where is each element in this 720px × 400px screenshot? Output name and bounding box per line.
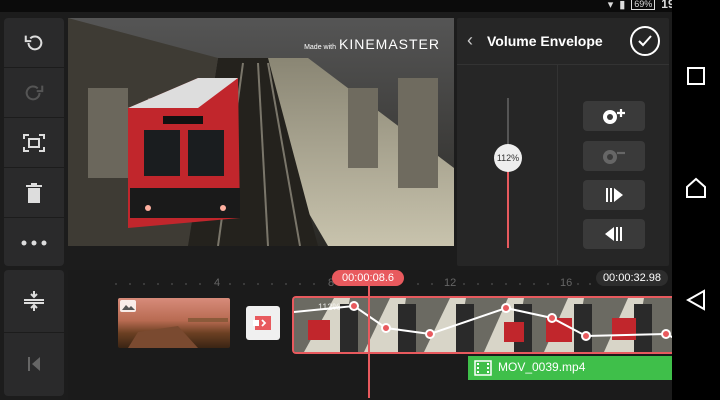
delete-icon	[26, 182, 42, 203]
playhead[interactable]	[368, 286, 370, 398]
back-chevron-icon[interactable]: ‹	[467, 30, 473, 51]
skip-start-icon	[28, 357, 40, 371]
more-icon	[21, 240, 47, 245]
signal-icon: ▮	[619, 0, 626, 11]
timeline-expand-button[interactable]	[4, 270, 64, 333]
total-time-label: 00:00:32.98	[596, 270, 668, 286]
more-button[interactable]	[4, 218, 64, 267]
timeline[interactable]: 4 8 12 16 00:00:08.6 00:00:32.98 112% MO…	[68, 270, 674, 400]
delete-button[interactable]	[4, 168, 64, 218]
volume-slider-knob[interactable]: 112%	[494, 144, 522, 172]
back-button[interactable]	[684, 288, 708, 312]
video-clip-filmstrip	[294, 298, 674, 352]
previous-keyframe-icon	[605, 227, 622, 241]
back-icon	[686, 289, 705, 311]
kinemaster-app: Made with KINEMASTER ‹ Volume Envelope 11…	[0, 12, 674, 400]
panel-divider	[557, 65, 558, 265]
ruler-label: 16	[560, 277, 573, 289]
home-button[interactable]	[684, 176, 708, 200]
transition-icon	[253, 316, 271, 330]
edit-toolbar	[4, 18, 64, 266]
video-clip[interactable]: 112%	[292, 296, 674, 354]
panel-header: ‹ Volume Envelope	[457, 18, 669, 65]
panel-title: Volume Envelope	[487, 33, 603, 49]
ruler-label: 4	[214, 277, 221, 289]
recents-button[interactable]	[684, 64, 708, 88]
wifi-icon: ▾	[607, 0, 614, 11]
remove-keyframe-button[interactable]	[583, 141, 645, 171]
previous-keyframe-button[interactable]	[583, 219, 645, 249]
preview-frame	[68, 18, 454, 246]
clip-volume-label: 112%	[318, 302, 341, 312]
skip-to-start-button[interactable]	[4, 333, 64, 395]
home-icon	[686, 177, 706, 198]
undo-button[interactable]	[4, 18, 64, 68]
add-keyframe-icon	[603, 109, 625, 124]
add-keyframe-button[interactable]	[583, 101, 645, 131]
android-navigation-bar	[672, 0, 720, 400]
image-clip-thumbnail	[120, 300, 228, 348]
battery-icon: 69%	[631, 0, 656, 10]
redo-button[interactable]	[4, 68, 64, 118]
recents-icon	[687, 67, 705, 85]
undo-icon	[24, 35, 43, 50]
split-icon	[24, 291, 44, 311]
current-time-label: 00:00:08.6	[332, 270, 404, 286]
next-keyframe-button[interactable]	[583, 180, 645, 210]
timeline-toolbar	[4, 270, 64, 396]
film-icon	[474, 360, 492, 376]
crop-icon	[23, 133, 45, 152]
image-clip[interactable]	[118, 298, 230, 348]
transition-button[interactable]	[246, 306, 280, 340]
next-keyframe-icon	[606, 188, 623, 202]
remove-keyframe-icon	[603, 150, 625, 164]
ruler-label: 12	[444, 277, 457, 289]
redo-icon	[25, 85, 44, 100]
video-preview[interactable]: Made with KINEMASTER	[68, 18, 454, 246]
volume-envelope-panel: ‹ Volume Envelope 112%	[457, 18, 669, 266]
audio-clip-name: MOV_0039.mp4	[498, 360, 586, 374]
crop-button[interactable]	[4, 118, 64, 168]
checkmark-icon	[638, 35, 652, 47]
confirm-button[interactable]	[630, 26, 660, 56]
audio-clip[interactable]: MOV_0039.mp4	[468, 356, 672, 380]
status-bar: ▾ ▮ 69% 19:04	[0, 0, 720, 12]
kinemaster-watermark: Made with KINEMASTER	[304, 36, 440, 52]
